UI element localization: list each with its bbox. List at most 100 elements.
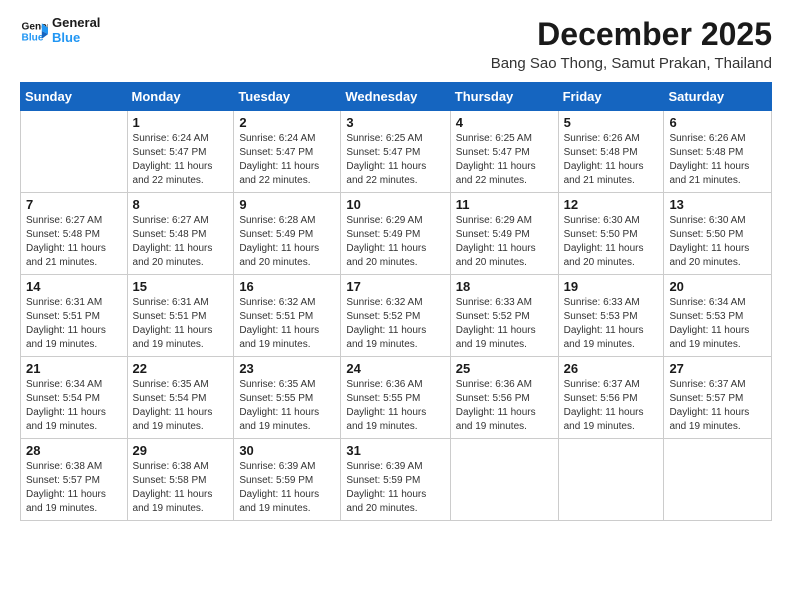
calendar-cell: 21Sunrise: 6:34 AM Sunset: 5:54 PM Dayli… xyxy=(21,357,128,439)
day-number: 16 xyxy=(239,279,335,294)
day-number: 28 xyxy=(26,443,122,458)
day-number: 21 xyxy=(26,361,122,376)
day-info: Sunrise: 6:38 AM Sunset: 5:58 PM Dayligh… xyxy=(133,460,229,516)
day-number: 29 xyxy=(133,443,229,458)
day-info: Sunrise: 6:37 AM Sunset: 5:56 PM Dayligh… xyxy=(564,378,659,434)
main-title: December 2025 xyxy=(491,16,772,53)
calendar-cell: 17 Sunrise: 6:32 AM Sunset: 5:52 PM Dayli… xyxy=(341,275,450,357)
calendar-week-row-4: 21Sunrise: 6:34 AM Sunset: 5:54 PM Dayli… xyxy=(21,357,772,439)
calendar-week-row-1: 1Sunrise: 6:24 AM Sunset: 5:47 PM Daylig… xyxy=(21,111,772,193)
calendar-cell xyxy=(21,111,128,193)
day-info: Sunrise: 6:32 AM Sunset: 5:51 PM Dayligh… xyxy=(239,296,335,352)
calendar-cell: 25 Sunrise: 6:36 AM Sunset: 5:56 PM Dayli… xyxy=(450,357,558,439)
day-info: Sunrise: 6:24 AM Sunset: 5:47 PM Dayligh… xyxy=(133,132,229,188)
calendar-cell: 3 Sunrise: 6:25 AM Sunset: 5:47 PM Daylig… xyxy=(341,111,450,193)
calendar-day-header-wednesday: Wednesday xyxy=(341,83,450,111)
day-info: Sunrise: 6:29 AM Sunset: 5:49 PM Dayligh… xyxy=(346,214,444,270)
header: General Blue General Blue December 2025 … xyxy=(20,16,772,72)
calendar-cell: 8Sunrise: 6:27 AM Sunset: 5:48 PM Daylig… xyxy=(127,193,234,275)
day-info: Sunrise: 6:31 AM Sunset: 5:51 PM Dayligh… xyxy=(133,296,229,352)
day-number: 31 xyxy=(346,443,444,458)
day-info: Sunrise: 6:33 AM Sunset: 5:53 PM Dayligh… xyxy=(564,296,659,352)
calendar-cell: 18 Sunrise: 6:33 AM Sunset: 5:52 PM Dayli… xyxy=(450,275,558,357)
day-info: Sunrise: 6:30 AM Sunset: 5:50 PM Dayligh… xyxy=(669,214,766,270)
title-block: December 2025 Bang Sao Thong, Samut Prak… xyxy=(491,16,772,72)
calendar-cell: 9Sunrise: 6:28 AM Sunset: 5:49 PM Daylig… xyxy=(234,193,341,275)
day-number: 26 xyxy=(564,361,659,376)
calendar-cell: 19 Sunrise: 6:33 AM Sunset: 5:53 PM Dayli… xyxy=(558,275,664,357)
day-info: Sunrise: 6:39 AM Sunset: 5:59 PM Dayligh… xyxy=(239,460,335,516)
day-info: Sunrise: 6:30 AM Sunset: 5:50 PM Dayligh… xyxy=(564,214,659,270)
day-info: Sunrise: 6:34 AM Sunset: 5:53 PM Dayligh… xyxy=(669,296,766,352)
day-number: 12 xyxy=(564,197,659,212)
calendar-cell: 7Sunrise: 6:27 AM Sunset: 5:48 PM Daylig… xyxy=(21,193,128,275)
day-number: 24 xyxy=(346,361,444,376)
calendar-cell: 29 Sunrise: 6:38 AM Sunset: 5:58 PM Dayli… xyxy=(127,439,234,521)
calendar-cell: 1Sunrise: 6:24 AM Sunset: 5:47 PM Daylig… xyxy=(127,111,234,193)
day-number: 13 xyxy=(669,197,766,212)
day-info: Sunrise: 6:36 AM Sunset: 5:56 PM Dayligh… xyxy=(456,378,553,434)
calendar-day-header-thursday: Thursday xyxy=(450,83,558,111)
day-info: Sunrise: 6:25 AM Sunset: 5:47 PM Dayligh… xyxy=(346,132,444,188)
day-number: 3 xyxy=(346,115,444,130)
calendar-table: SundayMondayTuesdayWednesdayThursdayFrid… xyxy=(20,82,772,521)
day-info: Sunrise: 6:24 AM Sunset: 5:47 PM Dayligh… xyxy=(239,132,335,188)
calendar-cell: 24 Sunrise: 6:36 AM Sunset: 5:55 PM Dayli… xyxy=(341,357,450,439)
calendar-header-row: SundayMondayTuesdayWednesdayThursdayFrid… xyxy=(21,83,772,111)
day-number: 22 xyxy=(133,361,229,376)
day-number: 4 xyxy=(456,115,553,130)
day-info: Sunrise: 6:35 AM Sunset: 5:55 PM Dayligh… xyxy=(239,378,335,434)
day-info: Sunrise: 6:26 AM Sunset: 5:48 PM Dayligh… xyxy=(669,132,766,188)
day-info: Sunrise: 6:33 AM Sunset: 5:52 PM Dayligh… xyxy=(456,296,553,352)
day-number: 23 xyxy=(239,361,335,376)
subtitle: Bang Sao Thong, Samut Prakan, Thailand xyxy=(491,55,772,72)
day-number: 25 xyxy=(456,361,553,376)
calendar-cell: 20 Sunrise: 6:34 AM Sunset: 5:53 PM Dayli… xyxy=(664,275,772,357)
day-info: Sunrise: 6:36 AM Sunset: 5:55 PM Dayligh… xyxy=(346,378,444,434)
calendar-week-row-5: 28Sunrise: 6:38 AM Sunset: 5:57 PM Dayli… xyxy=(21,439,772,521)
day-info: Sunrise: 6:32 AM Sunset: 5:52 PM Dayligh… xyxy=(346,296,444,352)
day-info: Sunrise: 6:28 AM Sunset: 5:49 PM Dayligh… xyxy=(239,214,335,270)
day-number: 5 xyxy=(564,115,659,130)
calendar-cell: 4Sunrise: 6:25 AM Sunset: 5:47 PM Daylig… xyxy=(450,111,558,193)
calendar-day-header-friday: Friday xyxy=(558,83,664,111)
day-info: Sunrise: 6:29 AM Sunset: 5:49 PM Dayligh… xyxy=(456,214,553,270)
general-blue-logo-icon: General Blue xyxy=(20,17,48,45)
calendar-cell: 27 Sunrise: 6:37 AM Sunset: 5:57 PM Dayli… xyxy=(664,357,772,439)
logo-text-blue: Blue xyxy=(52,31,100,46)
day-number: 10 xyxy=(346,197,444,212)
day-number: 6 xyxy=(669,115,766,130)
calendar-cell: 13 Sunrise: 6:30 AM Sunset: 5:50 PM Dayli… xyxy=(664,193,772,275)
calendar-cell: 11Sunrise: 6:29 AM Sunset: 5:49 PM Dayli… xyxy=(450,193,558,275)
day-number: 17 xyxy=(346,279,444,294)
day-info: Sunrise: 6:39 AM Sunset: 5:59 PM Dayligh… xyxy=(346,460,444,516)
calendar-cell: 22Sunrise: 6:35 AM Sunset: 5:54 PM Dayli… xyxy=(127,357,234,439)
calendar-cell: 26 Sunrise: 6:37 AM Sunset: 5:56 PM Dayli… xyxy=(558,357,664,439)
calendar-cell: 30 Sunrise: 6:39 AM Sunset: 5:59 PM Dayli… xyxy=(234,439,341,521)
calendar-cell: 5 Sunrise: 6:26 AM Sunset: 5:48 PM Daylig… xyxy=(558,111,664,193)
day-info: Sunrise: 6:26 AM Sunset: 5:48 PM Dayligh… xyxy=(564,132,659,188)
calendar-week-row-3: 14Sunrise: 6:31 AM Sunset: 5:51 PM Dayli… xyxy=(21,275,772,357)
calendar-cell: 23 Sunrise: 6:35 AM Sunset: 5:55 PM Dayli… xyxy=(234,357,341,439)
day-info: Sunrise: 6:37 AM Sunset: 5:57 PM Dayligh… xyxy=(669,378,766,434)
calendar-day-header-saturday: Saturday xyxy=(664,83,772,111)
calendar-cell: 31 Sunrise: 6:39 AM Sunset: 5:59 PM Dayli… xyxy=(341,439,450,521)
logo: General Blue General Blue xyxy=(20,16,100,46)
day-number: 30 xyxy=(239,443,335,458)
calendar-day-header-sunday: Sunday xyxy=(21,83,128,111)
calendar-cell: 15Sunrise: 6:31 AM Sunset: 5:51 PM Dayli… xyxy=(127,275,234,357)
calendar-cell: 10 Sunrise: 6:29 AM Sunset: 5:49 PM Dayli… xyxy=(341,193,450,275)
calendar-day-header-monday: Monday xyxy=(127,83,234,111)
day-number: 27 xyxy=(669,361,766,376)
calendar-cell: 14Sunrise: 6:31 AM Sunset: 5:51 PM Dayli… xyxy=(21,275,128,357)
day-info: Sunrise: 6:31 AM Sunset: 5:51 PM Dayligh… xyxy=(26,296,122,352)
day-number: 8 xyxy=(133,197,229,212)
day-number: 2 xyxy=(239,115,335,130)
calendar-week-row-2: 7Sunrise: 6:27 AM Sunset: 5:48 PM Daylig… xyxy=(21,193,772,275)
day-number: 18 xyxy=(456,279,553,294)
calendar-cell xyxy=(450,439,558,521)
day-number: 19 xyxy=(564,279,659,294)
calendar-cell: 12 Sunrise: 6:30 AM Sunset: 5:50 PM Dayli… xyxy=(558,193,664,275)
day-number: 20 xyxy=(669,279,766,294)
calendar-cell: 6 Sunrise: 6:26 AM Sunset: 5:48 PM Daylig… xyxy=(664,111,772,193)
